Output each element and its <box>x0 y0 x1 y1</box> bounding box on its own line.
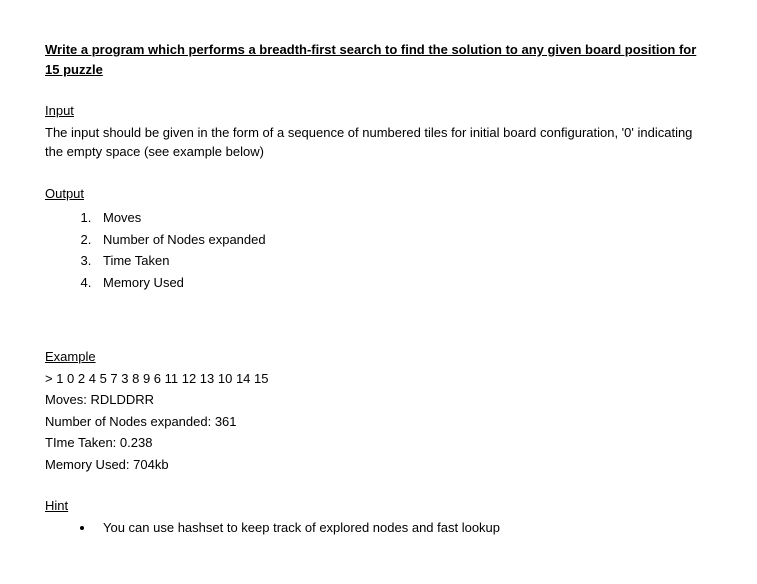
output-list: Moves Number of Nodes expanded Time Take… <box>95 208 712 292</box>
list-item: Time Taken <box>95 251 712 271</box>
example-heading: Example <box>45 347 712 367</box>
hint-list: You can use hashset to keep track of exp… <box>95 518 712 538</box>
input-text: The input should be given in the form of… <box>45 123 712 162</box>
list-item: Number of Nodes expanded <box>95 230 712 250</box>
list-item: You can use hashset to keep track of exp… <box>95 518 712 538</box>
example-moves: Moves: RDLDDRR <box>45 390 712 410</box>
example-nodes: Number of Nodes expanded: 361 <box>45 412 712 432</box>
input-heading: Input <box>45 101 712 121</box>
list-item: Memory Used <box>95 273 712 293</box>
list-item: Moves <box>95 208 712 228</box>
example-time: TIme Taken: 0.238 <box>45 433 712 453</box>
output-heading: Output <box>45 184 712 204</box>
input-section: Input The input should be given in the f… <box>45 101 712 162</box>
example-section: Example > 1 0 2 4 5 7 3 8 9 6 11 12 13 1… <box>45 347 712 474</box>
example-input: > 1 0 2 4 5 7 3 8 9 6 11 12 13 10 14 15 <box>45 369 712 389</box>
hint-section: Hint You can use hashset to keep track o… <box>45 496 712 537</box>
example-memory: Memory Used: 704kb <box>45 455 712 475</box>
hint-heading: Hint <box>45 496 712 516</box>
output-section: Output Moves Number of Nodes expanded Ti… <box>45 184 712 293</box>
assignment-title: Write a program which performs a breadth… <box>45 40 712 79</box>
